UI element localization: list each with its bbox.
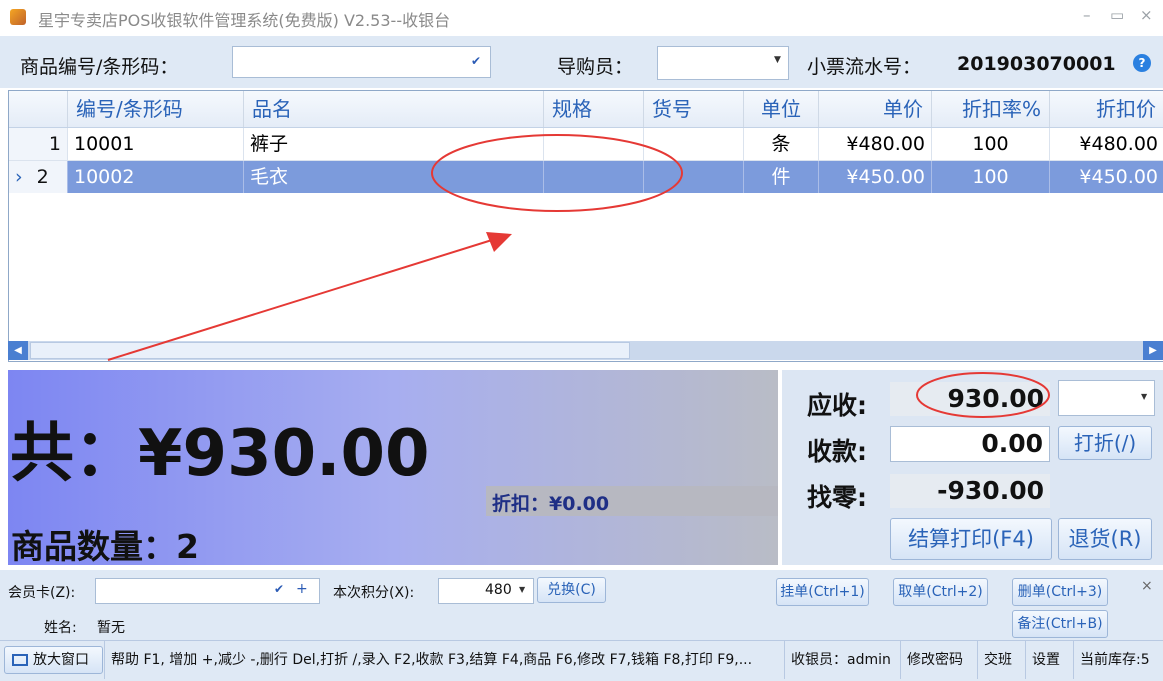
cell-disc-price[interactable]: ¥450.00	[1050, 161, 1163, 193]
cell-unit[interactable]: 条	[744, 128, 819, 160]
cell-disc-price[interactable]: ¥480.00	[1050, 128, 1163, 160]
checkout-print-button[interactable]: 结算打印(F4)	[890, 518, 1052, 560]
row-number: 1	[9, 128, 68, 160]
discount-box: 折扣：¥0.00	[486, 486, 778, 516]
title-bar: 星宇专卖店POS收银软件管理系统(免费版) V2.53--收银台 – ▭ ×	[0, 0, 1163, 36]
discount-amount: 折扣：¥0.00	[492, 493, 610, 515]
points-value: 480	[485, 582, 512, 598]
row-number: › 2	[9, 161, 68, 193]
col-header-name[interactable]: 品名	[244, 91, 544, 127]
discount-button[interactable]: 打折(/)	[1058, 426, 1152, 460]
chevron-down-icon[interactable]: ✔	[471, 54, 481, 68]
barcode-input[interactable]: ✔	[232, 46, 491, 78]
settings-link[interactable]: 设置	[1025, 641, 1066, 679]
window-icon	[12, 654, 28, 666]
cell-code[interactable]: 10002	[68, 161, 244, 193]
cell-unit[interactable]: 件	[744, 161, 819, 193]
cart-grid: 编号/条形码 品名 规格 货号 单位 单价 折扣率% 折扣价 1 10001 裤…	[8, 90, 1163, 362]
cell-item-no[interactable]	[644, 161, 744, 193]
return-button[interactable]: 退货(R)	[1058, 518, 1152, 560]
cell-price[interactable]: ¥450.00	[819, 161, 932, 193]
scroll-left-icon[interactable]: ◀	[8, 341, 28, 360]
cell-code[interactable]: 10001	[68, 128, 244, 160]
cell-rate[interactable]: 100	[932, 128, 1050, 160]
cell-spec[interactable]	[544, 128, 644, 160]
col-header-disc-price[interactable]: 折扣价	[1050, 91, 1163, 127]
received-input[interactable]: 0.00	[890, 426, 1050, 462]
enlarge-window-button[interactable]: 放大窗口	[4, 646, 103, 674]
current-row-indicator: ›	[15, 166, 23, 188]
table-row[interactable]: 1 10001 裤子 条 ¥480.00 100 ¥480.00	[9, 128, 1163, 161]
chevron-down-icon[interactable]: ▼	[1141, 392, 1147, 401]
maximize-button[interactable]: ▭	[1110, 6, 1124, 24]
note-button[interactable]: 备注(Ctrl+B)	[1012, 610, 1108, 638]
member-area: 会员卡(Z): ✔ + 本次积分(X): 480 ▼ 兑换(C) 姓名: 暂无 …	[0, 570, 1163, 640]
cell-price[interactable]: ¥480.00	[819, 128, 932, 160]
help-icon[interactable]: ?	[1133, 54, 1151, 72]
status-bar: 放大窗口 帮助 F1, 增加 +,减少 -,删行 Del,打折 /,录入 F2,…	[0, 640, 1163, 681]
received-label: 收款:	[807, 437, 867, 466]
col-header-code[interactable]: 编号/条形码	[68, 91, 244, 127]
col-header-spec[interactable]: 规格	[544, 91, 644, 127]
close-button[interactable]: ×	[1140, 6, 1153, 24]
add-icon[interactable]: +	[296, 581, 308, 597]
receivable-value: 930.00	[890, 382, 1050, 416]
row-header-corner	[9, 91, 68, 127]
name-value: 暂无	[97, 620, 125, 636]
col-header-item-no[interactable]: 货号	[644, 91, 744, 127]
item-count: 商品数量：2	[11, 527, 199, 566]
receivable-select[interactable]: ▼	[1058, 380, 1155, 416]
hold-order-button[interactable]: 挂单(Ctrl+1)	[776, 578, 869, 606]
member-card-input[interactable]: ✔ +	[95, 578, 320, 604]
total-amount: 共：¥930.00	[10, 417, 430, 491]
receivable-label: 应收:	[807, 391, 867, 420]
total-panel: 共：¥930.00 折扣：¥0.00 商品数量：2	[8, 370, 778, 566]
cell-item-no[interactable]	[644, 128, 744, 160]
points-input[interactable]: 480 ▼	[438, 578, 534, 604]
window-title: 星宇专卖店POS收银软件管理系统(免费版) V2.53--收银台	[38, 11, 451, 30]
member-card-label: 会员卡(Z):	[8, 585, 76, 601]
cashier-label: 收银员：admin	[784, 641, 897, 679]
chevron-down-icon[interactable]: ▼	[774, 55, 781, 65]
col-header-rate[interactable]: 折扣率%	[932, 91, 1050, 127]
exchange-button[interactable]: 兑换(C)	[537, 577, 606, 603]
current-stock: 当前库存:5	[1073, 641, 1156, 679]
grid-header: 编号/条形码 品名 规格 货号 单位 单价 折扣率% 折扣价	[9, 91, 1163, 128]
close-icon[interactable]: ×	[1141, 578, 1153, 594]
guide-select[interactable]: ▼	[657, 46, 789, 80]
shift-link[interactable]: 交班	[977, 641, 1018, 679]
points-label: 本次积分(X):	[333, 585, 415, 601]
scroll-thumb[interactable]	[30, 342, 630, 359]
change-password-link[interactable]: 修改密码	[900, 641, 969, 679]
app-logo-icon	[10, 9, 26, 25]
chevron-down-icon[interactable]: ▼	[519, 585, 525, 594]
barcode-label: 商品编号/条形码：	[20, 56, 179, 78]
col-header-unit[interactable]: 单位	[744, 91, 819, 127]
guide-label: 导购员：	[557, 56, 634, 78]
help-shortcuts: 帮助 F1, 增加 +,减少 -,删行 Del,打折 /,录入 F2,收款 F3…	[104, 641, 758, 679]
payment-panel: 应收: 930.00 ▼ 收款: 0.00 打折(/) 找零: -930.00 …	[782, 370, 1163, 565]
cell-spec[interactable]	[544, 161, 644, 193]
table-row[interactable]: › 2 10002 毛衣 件 ¥450.00 100 ¥450.00	[9, 161, 1163, 193]
top-toolbar: 商品编号/条形码： ✔ 导购员： ▼ 小票流水号： 201903070001 ?	[0, 36, 1163, 88]
change-value: -930.00	[890, 474, 1050, 508]
scroll-right-icon[interactable]: ▶	[1143, 341, 1163, 360]
cell-name[interactable]: 裤子	[244, 128, 544, 160]
cell-rate[interactable]: 100	[932, 161, 1050, 193]
change-label: 找零:	[807, 483, 867, 512]
chevron-down-icon[interactable]: ✔	[274, 582, 284, 596]
horizontal-scrollbar[interactable]: ◀ ▶	[8, 341, 1163, 360]
ticket-number: 201903070001	[957, 53, 1116, 75]
cell-name[interactable]: 毛衣	[244, 161, 544, 193]
col-header-price[interactable]: 单价	[819, 91, 932, 127]
ticket-label: 小票流水号：	[807, 56, 922, 78]
delete-order-button[interactable]: 删单(Ctrl+3)	[1012, 578, 1108, 606]
minimize-button[interactable]: –	[1083, 6, 1091, 24]
retrieve-order-button[interactable]: 取单(Ctrl+2)	[893, 578, 988, 606]
name-label: 姓名:	[44, 620, 77, 636]
